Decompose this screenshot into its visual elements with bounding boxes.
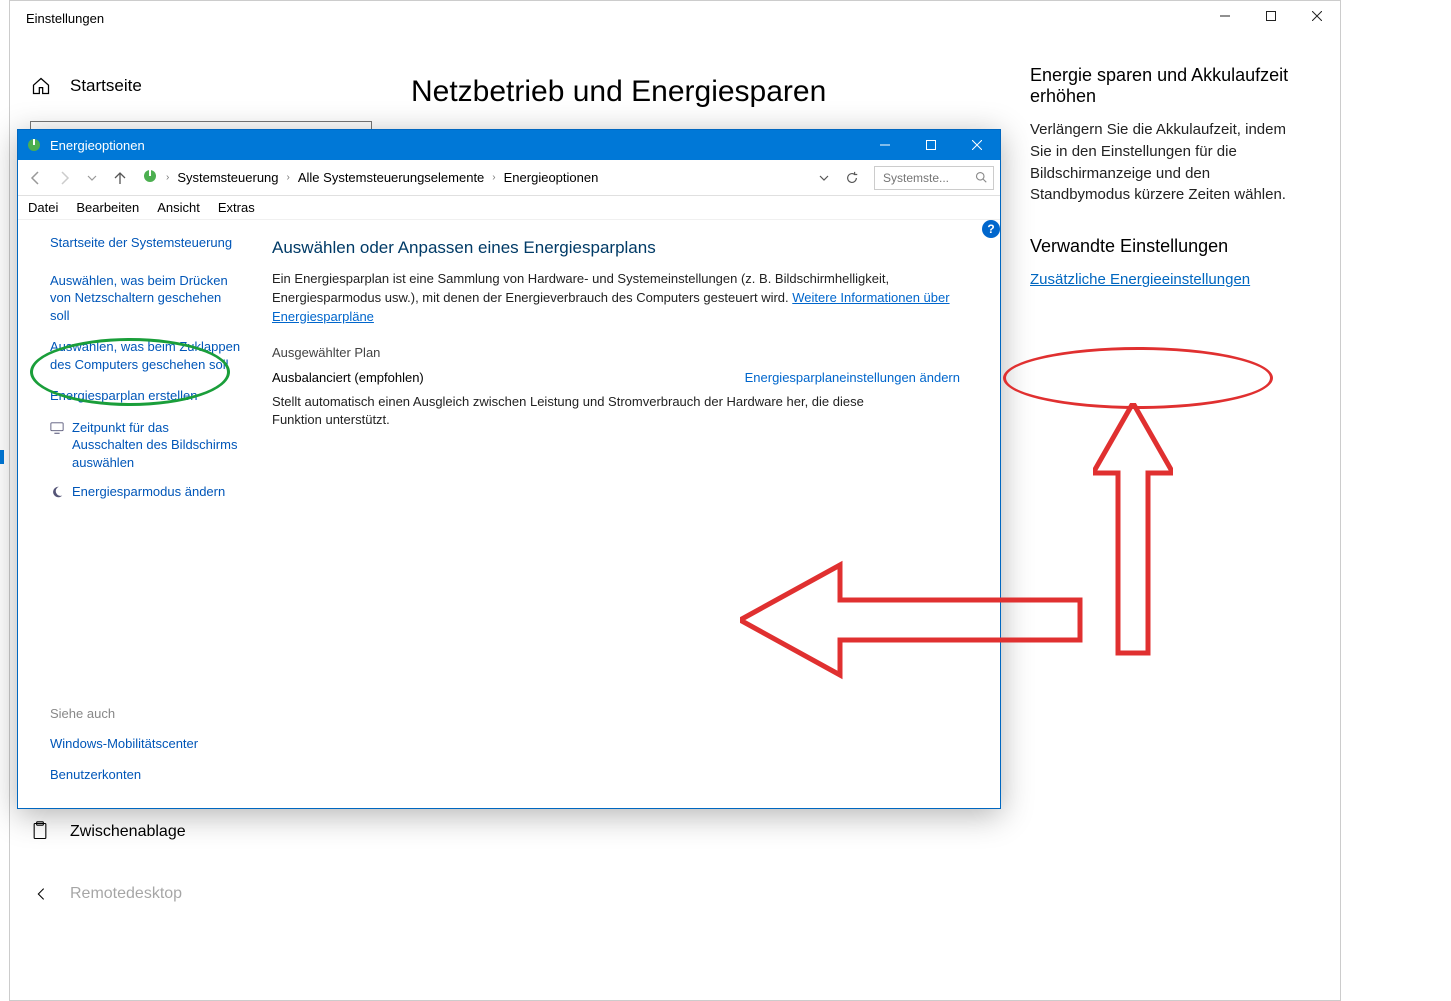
search-icon: [975, 170, 987, 186]
cp-plan-change-link[interactable]: Energiesparplaneinstellungen ändern: [745, 370, 960, 385]
forward-button[interactable]: [52, 166, 76, 190]
nav-home-label: Startseite: [70, 76, 142, 96]
cp-sidebar-link-zuklappen[interactable]: Auswählen, was beim Zuklappen des Comput…: [50, 338, 242, 373]
cp-subheading: Ausgewählter Plan: [272, 345, 960, 360]
cp-close-button[interactable]: [954, 130, 1000, 160]
left-accent-marker: [0, 450, 4, 464]
nav-item-zwischenablage[interactable]: Zwischenablage: [30, 811, 385, 853]
moon-icon: [50, 485, 64, 499]
link-zusatzliche-energieeinstellungen[interactable]: Zusätzliche Energieeinstellungen: [1030, 271, 1250, 288]
cp-search-input[interactable]: [881, 170, 975, 186]
cp-see-also-mobility[interactable]: Windows-Mobilitätscenter: [50, 735, 242, 753]
breadcrumb-item[interactable]: Systemsteuerung: [177, 170, 278, 185]
display-icon: [50, 421, 64, 435]
cp-see-also-benutzerkonten[interactable]: Benutzerkonten: [50, 766, 242, 784]
chevron-right-icon: ›: [492, 172, 495, 183]
home-icon: [30, 75, 52, 97]
cp-plan-name: Ausbalanciert (empfohlen): [272, 370, 424, 385]
cp-sidebar-link-bildschirm[interactable]: Zeitpunkt für das Ausschalten des Bildsc…: [72, 419, 242, 472]
refresh-button[interactable]: [840, 166, 864, 190]
right-heading-1: Energie sparen und Akkulaufzeit erhöhen: [1030, 65, 1310, 107]
maximize-button[interactable]: [1248, 1, 1294, 31]
right-text-1: Verlängern Sie die Akkulaufzeit, indem S…: [1030, 119, 1310, 206]
cp-see-also-label: Siehe auch: [50, 706, 242, 721]
cp-titlebar[interactable]: Energieoptionen: [18, 130, 1000, 160]
cp-content-heading: Auswählen oder Anpassen eines Energiespa…: [272, 238, 960, 258]
help-icon[interactable]: ?: [982, 220, 1000, 238]
cp-content: ? Auswählen oder Anpassen eines Energies…: [258, 220, 1000, 808]
close-button[interactable]: [1294, 1, 1340, 31]
cp-sidebar-link-energiesparmodus[interactable]: Energiesparmodus ändern: [72, 483, 225, 501]
cp-sidebar-link-erstellen[interactable]: Energiesparplan erstellen: [50, 387, 242, 405]
up-button[interactable]: [108, 166, 132, 190]
clipboard-icon: [30, 821, 52, 843]
breadcrumb-item[interactable]: Energieoptionen: [504, 170, 599, 185]
cp-sidebar-link-netzschalter[interactable]: Auswählen, was beim Drücken von Netzscha…: [50, 272, 242, 325]
settings-titlebar[interactable]: Einstellungen: [10, 1, 1340, 35]
cp-window-title: Energieoptionen: [50, 138, 145, 153]
right-heading-2: Verwandte Einstellungen: [1030, 236, 1310, 257]
control-panel-icon: [142, 168, 158, 187]
settings-window-title: Einstellungen: [26, 11, 104, 26]
settings-right-panel: Energie sparen und Akkulaufzeit erhöhen …: [1010, 65, 1310, 1000]
nav-item-label: Zwischenablage: [70, 823, 186, 841]
nav-item-label: Remotedesktop: [70, 885, 182, 903]
cp-address-bar: › Systemsteuerung › Alle Systemsteuerung…: [18, 160, 1000, 196]
breadcrumb-dropdown[interactable]: [812, 166, 836, 190]
back-button[interactable]: [24, 166, 48, 190]
menu-datei[interactable]: Datei: [28, 200, 58, 215]
chevron-right-icon: ›: [166, 172, 169, 183]
menu-bearbeiten[interactable]: Bearbeiten: [76, 200, 139, 215]
control-panel-window: Energieoptionen: [17, 129, 1001, 809]
recent-dropdown[interactable]: [80, 166, 104, 190]
cp-sidebar-home[interactable]: Startseite der Systemsteuerung: [50, 234, 242, 252]
cp-maximize-button[interactable]: [908, 130, 954, 160]
cp-minimize-button[interactable]: [862, 130, 908, 160]
cp-search-box[interactable]: [874, 166, 994, 190]
cp-plan-description: Stellt automatisch einen Ausgleich zwisc…: [272, 393, 912, 431]
nav-home[interactable]: Startseite: [30, 65, 385, 117]
cp-content-description: Ein Energiesparplan ist eine Sammlung vo…: [272, 270, 960, 327]
power-icon: [26, 137, 42, 153]
breadcrumb[interactable]: › Systemsteuerung › Alle Systemsteuerung…: [136, 168, 808, 187]
menu-ansicht[interactable]: Ansicht: [157, 200, 200, 215]
settings-page-title: Netzbetrieb und Energiesparen: [411, 75, 1010, 109]
chevron-icon: [30, 883, 52, 905]
minimize-button[interactable]: [1202, 1, 1248, 31]
chevron-right-icon: ›: [287, 172, 290, 183]
nav-item-remotedesktop[interactable]: Remotedesktop: [30, 873, 385, 915]
cp-sidebar: Startseite der Systemsteuerung Auswählen…: [18, 220, 258, 808]
cp-menubar: Datei Bearbeiten Ansicht Extras: [18, 196, 1000, 220]
breadcrumb-item[interactable]: Alle Systemsteuerungselemente: [298, 170, 484, 185]
menu-extras[interactable]: Extras: [218, 200, 255, 215]
